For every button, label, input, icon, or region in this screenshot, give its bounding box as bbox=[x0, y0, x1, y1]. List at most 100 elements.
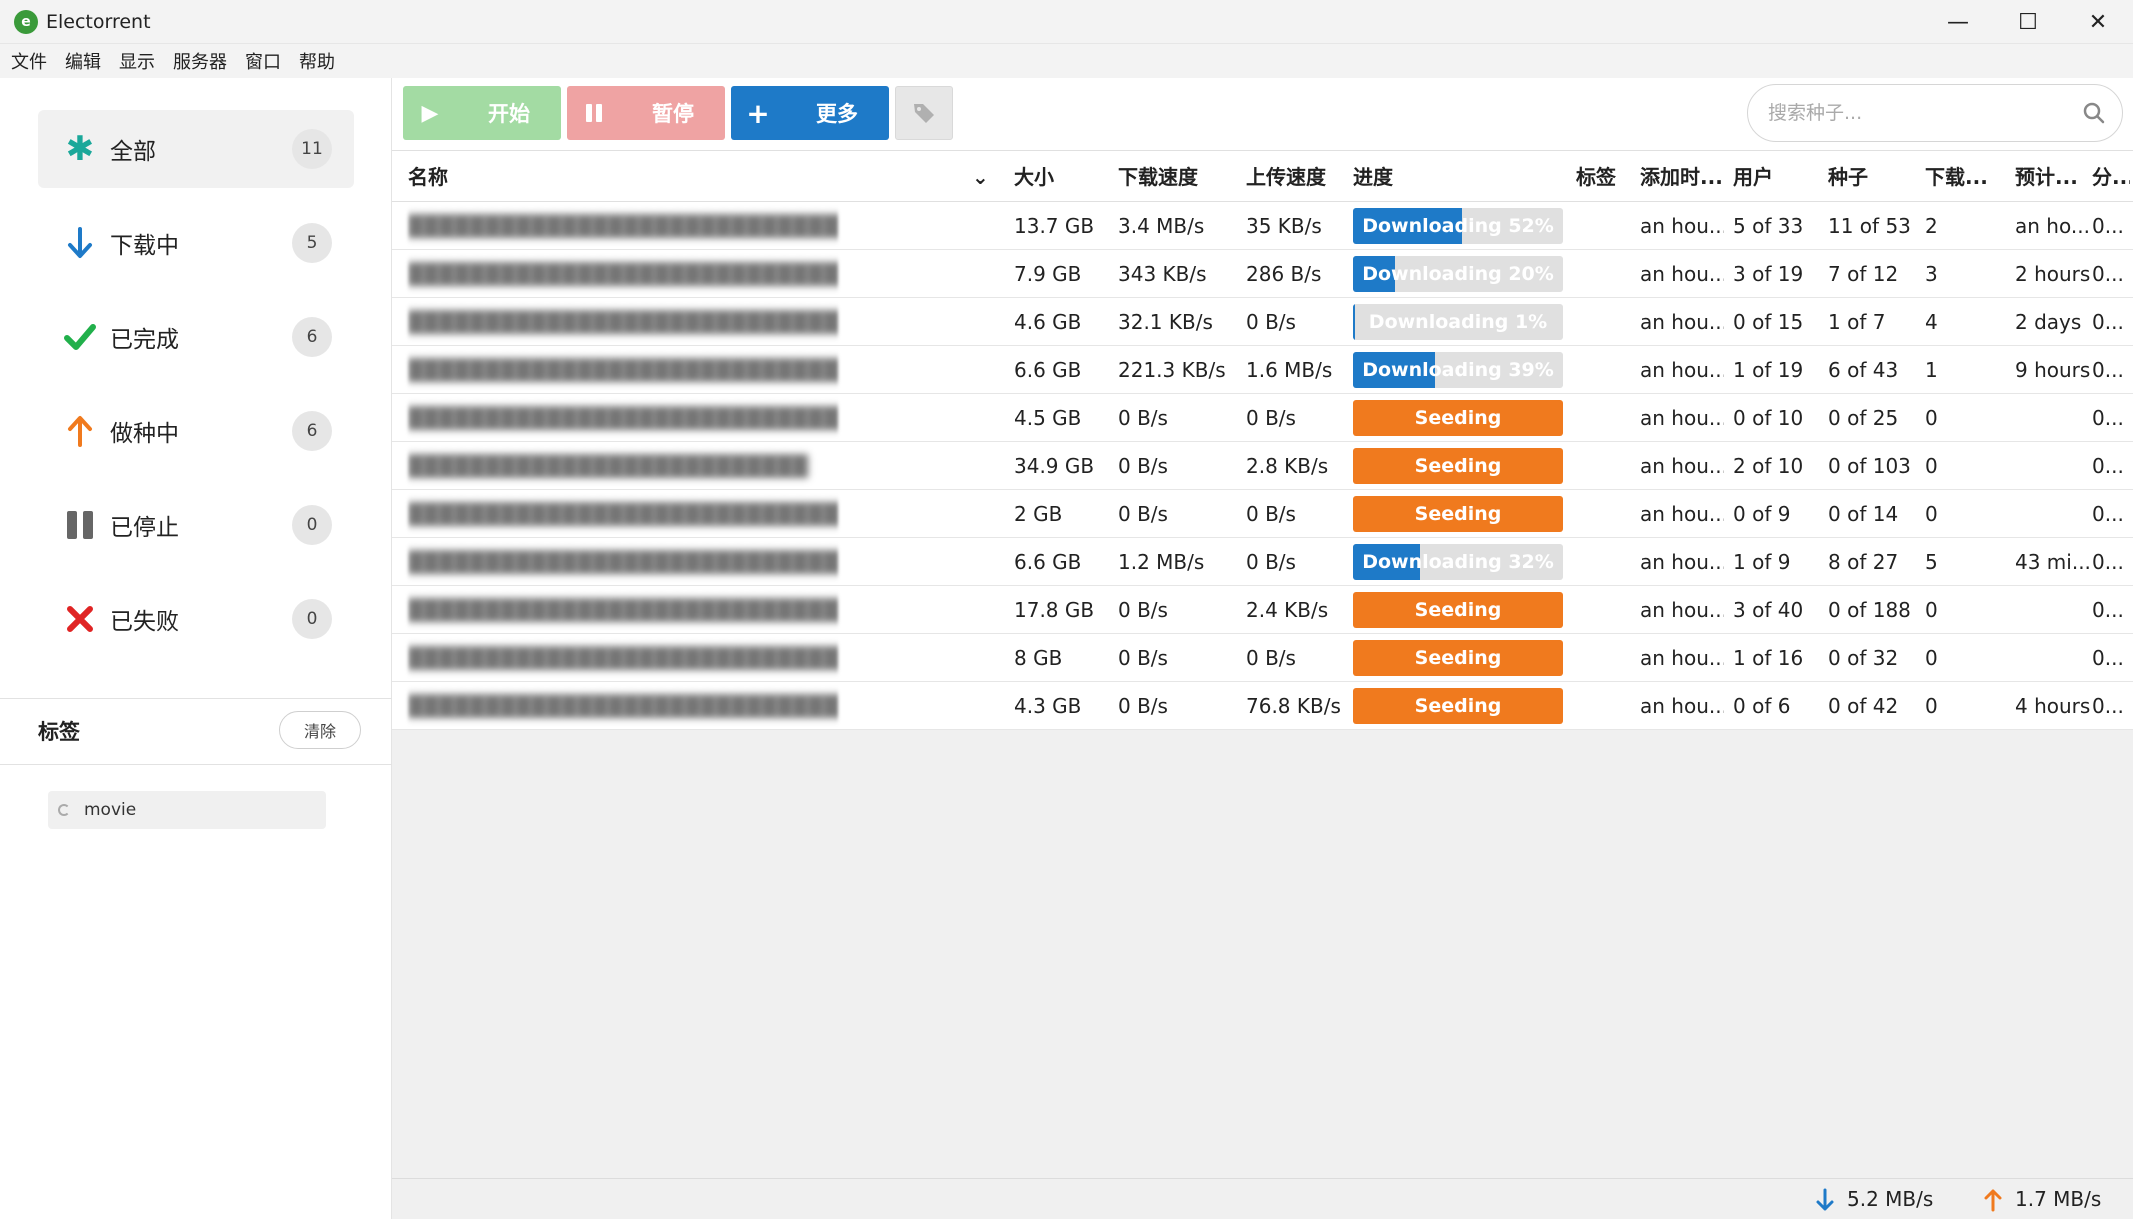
cell-peers: 5 of 33 bbox=[1733, 214, 1804, 238]
filter-count: 0 bbox=[292, 599, 332, 639]
cell-download-order: 0 bbox=[1925, 598, 1938, 622]
filter-label: 下载中 bbox=[110, 233, 179, 259]
cell-seeds: 6 of 43 bbox=[1828, 358, 1899, 382]
progress-label: Seeding bbox=[1414, 647, 1502, 669]
progress-label: Seeding bbox=[1414, 455, 1502, 477]
cell-peers: 1 of 9 bbox=[1733, 550, 1791, 574]
cell-eta bbox=[2015, 586, 2091, 634]
menu-window[interactable]: 窗口 bbox=[245, 48, 281, 74]
tag-label: movie bbox=[84, 800, 137, 820]
cell-eta bbox=[2015, 394, 2091, 442]
cell-seeds: 0 of 32 bbox=[1828, 646, 1899, 670]
clear-tags-button[interactable]: 清除 bbox=[279, 711, 361, 749]
table-row[interactable]: ████████████████████████████████████████… bbox=[392, 634, 2133, 682]
menu-edit[interactable]: 编辑 bbox=[65, 48, 101, 74]
cell-added: an hou... bbox=[1640, 214, 1724, 238]
filter-label: 已失败 bbox=[110, 609, 179, 635]
cell-share-ratio: 0... bbox=[2092, 358, 2124, 382]
column-peers[interactable]: 用户 bbox=[1733, 151, 1773, 203]
menu-server[interactable]: 服务器 bbox=[173, 48, 227, 74]
column-eta[interactable]: 预计... bbox=[2015, 151, 2083, 203]
filter-stopped[interactable]: 已停止 0 bbox=[38, 486, 354, 564]
cell-name: ████████████████████████████████████████ bbox=[408, 502, 838, 526]
cell-name: ████████████████████████████████████████ bbox=[408, 646, 838, 670]
tag-button[interactable] bbox=[895, 86, 953, 140]
chevron-down-icon[interactable]: ⌄ bbox=[972, 151, 1002, 203]
spinner-icon bbox=[58, 804, 70, 816]
search-input[interactable] bbox=[1768, 102, 2068, 124]
table-row[interactable]: ████████████████████████████████████████… bbox=[392, 250, 2133, 298]
table-row[interactable]: ████████████████████████████████████████… bbox=[392, 394, 2133, 442]
cell-download-speed: 0 B/s bbox=[1118, 694, 1168, 718]
cell-download-speed: 0 B/s bbox=[1118, 646, 1168, 670]
progress-bar: Downloading 52% bbox=[1353, 208, 1563, 244]
menu-file[interactable]: 文件 bbox=[11, 48, 47, 74]
table-row[interactable]: ██████████████████████████████████ 4.3 GB… bbox=[392, 682, 2133, 730]
cell-share-ratio: 0... bbox=[2092, 502, 2124, 526]
cell-upload-speed: 0 B/s bbox=[1246, 550, 1296, 574]
progress-bar: Seeding bbox=[1353, 496, 1563, 532]
start-button[interactable]: ▶ 开始 bbox=[403, 86, 561, 140]
maximize-icon[interactable]: ☐ bbox=[1993, 0, 2063, 44]
app-logo-icon: e bbox=[14, 9, 38, 34]
cell-upload-speed: 2.8 KB/s bbox=[1246, 454, 1329, 478]
table-row[interactable]: ████████████████████████████████████████… bbox=[392, 586, 2133, 634]
cell-size: 8 GB bbox=[1014, 646, 1063, 670]
cell-download-order: 0 bbox=[1925, 502, 1938, 526]
toolbar: ▶ 开始 暂停 + 更多 bbox=[392, 78, 2133, 150]
cell-name: ██████████████████████████ bbox=[408, 454, 808, 478]
table-row[interactable]: ████████████████████████████████ 6.6 GB 1.… bbox=[392, 538, 2133, 586]
more-button[interactable]: + 更多 bbox=[731, 86, 889, 140]
pause-button[interactable]: 暂停 bbox=[567, 86, 725, 140]
column-share-ratio[interactable]: 分... bbox=[2092, 151, 2130, 203]
table-row[interactable]: ████████████████████████████████████████… bbox=[392, 346, 2133, 394]
table-row[interactable]: ████████████████████████████████████████… bbox=[392, 202, 2133, 250]
column-seeds[interactable]: 种子 bbox=[1828, 151, 1868, 203]
cell-size: 6.6 GB bbox=[1014, 358, 1082, 382]
tag-item-movie[interactable]: movie bbox=[48, 791, 326, 829]
column-progress[interactable]: 进度 bbox=[1353, 151, 1393, 203]
table-row[interactable]: █████████████████████████████████ 4.6 GB 3… bbox=[392, 298, 2133, 346]
torrent-table: 名称 ⌄ 大小 下载速度 上传速度 进度 标签 添加时... 用户 种子 下载.… bbox=[392, 150, 2133, 730]
menu-view[interactable]: 显示 bbox=[119, 48, 155, 74]
filter-label: 已停止 bbox=[110, 515, 179, 541]
minimize-icon[interactable]: — bbox=[1923, 0, 1993, 44]
column-upload-speed[interactable]: 上传速度 bbox=[1246, 151, 1326, 203]
column-size[interactable]: 大小 bbox=[1014, 151, 1054, 203]
progress-bar: Downloading 32% bbox=[1353, 544, 1563, 580]
close-icon[interactable]: ✕ bbox=[2063, 0, 2133, 44]
cell-eta: 43 mi... bbox=[2015, 550, 2091, 574]
filter-seeding[interactable]: 做种中 6 bbox=[38, 392, 354, 470]
table-row[interactable]: ██████████████████████████ 34.9 GB 0 B/s 2.… bbox=[392, 442, 2133, 490]
column-tags[interactable]: 标签 bbox=[1576, 151, 1616, 203]
filter-failed[interactable]: 已失败 0 bbox=[38, 580, 354, 658]
divider bbox=[0, 698, 392, 699]
cell-seeds: 0 of 42 bbox=[1828, 694, 1899, 718]
filter-label: 已完成 bbox=[110, 327, 179, 353]
cell-download-speed: 32.1 KB/s bbox=[1118, 310, 1213, 334]
cell-peers: 3 of 19 bbox=[1733, 262, 1804, 286]
menu-help[interactable]: 帮助 bbox=[299, 48, 335, 74]
column-download-speed[interactable]: 下载速度 bbox=[1118, 151, 1198, 203]
filter-all[interactable]: ✱ 全部 11 bbox=[38, 110, 354, 188]
cell-download-speed: 221.3 KB/s bbox=[1118, 358, 1226, 382]
column-download-order[interactable]: 下载... bbox=[1925, 151, 2007, 203]
filter-completed[interactable]: 已完成 6 bbox=[38, 298, 354, 376]
cell-peers: 3 of 40 bbox=[1733, 598, 1804, 622]
progress-label: Seeding bbox=[1414, 599, 1502, 621]
cell-download-order: 2 bbox=[1925, 214, 1938, 238]
filter-downloading[interactable]: 下载中 5 bbox=[38, 204, 354, 282]
progress-label: Downloading 39% bbox=[1362, 359, 1554, 381]
column-name[interactable]: 名称 bbox=[408, 151, 828, 203]
progress-bar: Seeding bbox=[1353, 688, 1563, 724]
cell-size: 6.6 GB bbox=[1014, 550, 1082, 574]
cell-name: ████████████████████████████████████████ bbox=[408, 358, 838, 382]
cell-added: an hou... bbox=[1640, 454, 1724, 478]
column-added[interactable]: 添加时... bbox=[1640, 151, 1724, 203]
pause-icon bbox=[567, 103, 621, 123]
cell-download-speed: 0 B/s bbox=[1118, 454, 1168, 478]
cell-peers: 0 of 15 bbox=[1733, 310, 1804, 334]
table-row[interactable]: ████████████████████████████████████████… bbox=[392, 490, 2133, 538]
search-icon[interactable] bbox=[2082, 101, 2106, 125]
cell-upload-speed: 0 B/s bbox=[1246, 646, 1296, 670]
